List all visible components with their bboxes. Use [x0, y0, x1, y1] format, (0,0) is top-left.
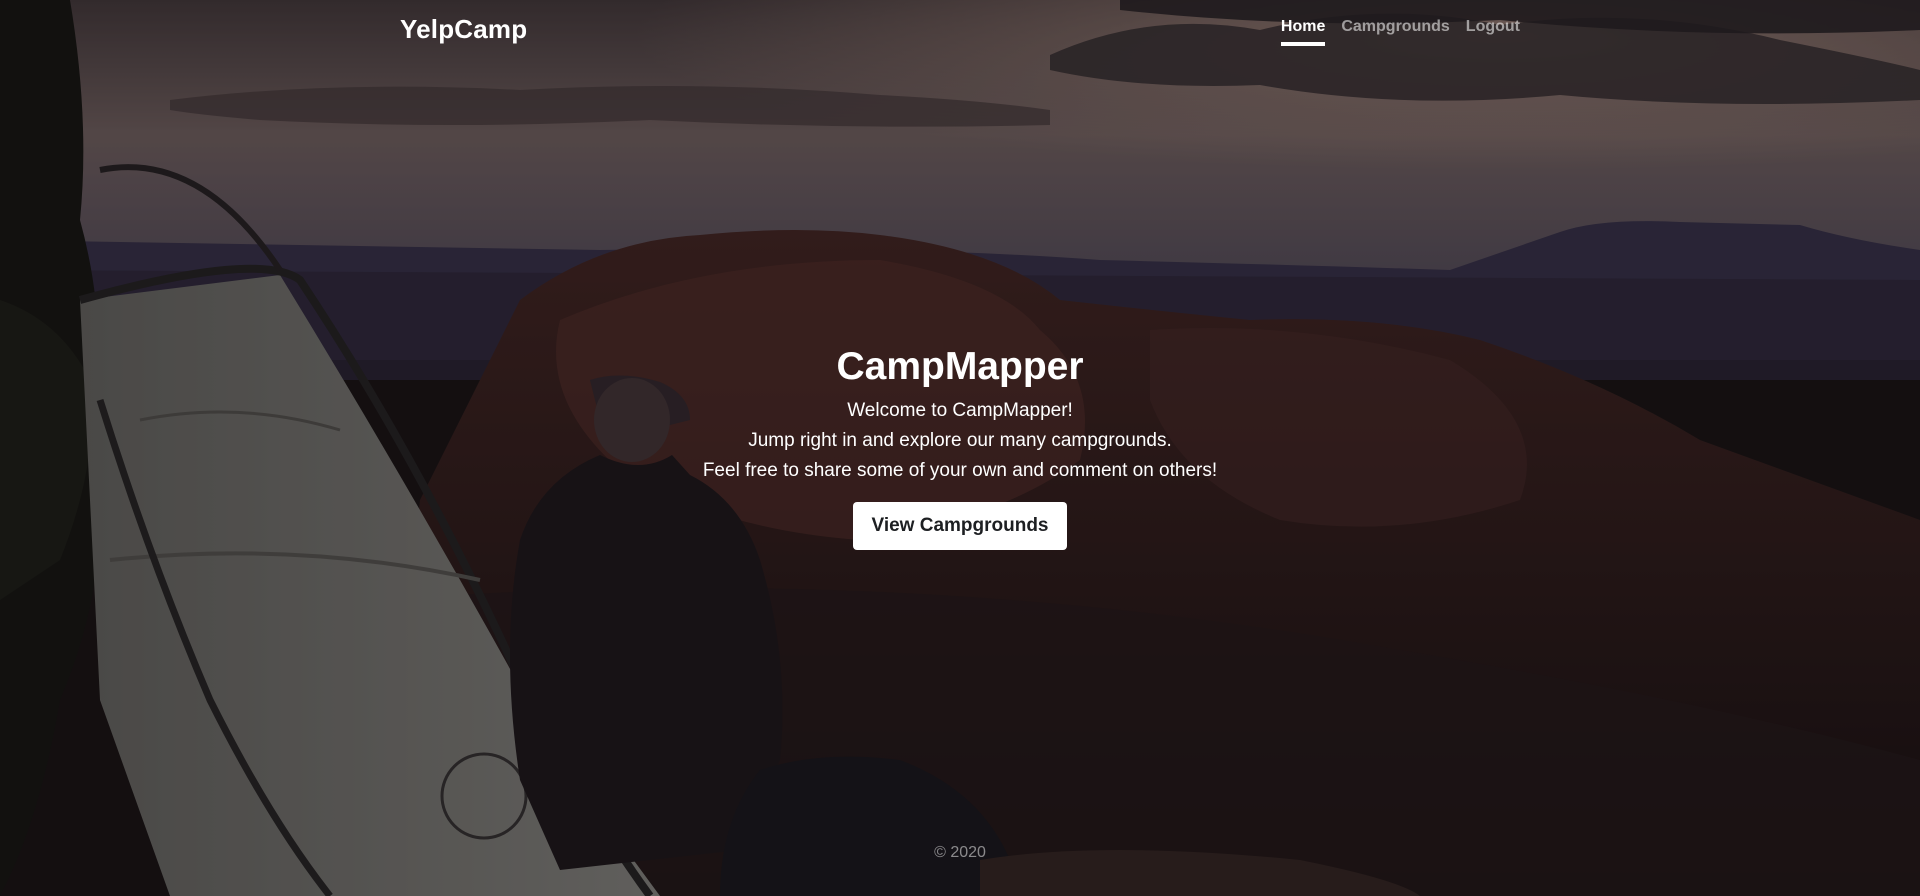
nav-link-campgrounds[interactable]: Campgrounds — [1341, 18, 1449, 46]
hero-line-explore: Jump right in and explore our many campg… — [748, 430, 1172, 451]
nav-link-home[interactable]: Home — [1280, 18, 1326, 46]
view-campgrounds-button[interactable]: View Campgrounds — [853, 502, 1067, 550]
landing-page: YelpCamp Home Campgrounds Logout CampMap… — [0, 0, 1920, 896]
top-navbar: YelpCamp Home Campgrounds Logout — [400, 0, 1520, 58]
hero-section: CampMapper Welcome to CampMapper! Jump r… — [560, 340, 1360, 550]
footer-copyright: © 2020 — [934, 844, 986, 861]
nav-links: Home Campgrounds Logout — [1280, 18, 1520, 46]
hero-line-share: Feel free to share some of your own and … — [702, 460, 1218, 481]
hero-line-welcome: Welcome to CampMapper! — [847, 400, 1073, 421]
hero-description: Welcome to CampMapper! Jump right in and… — [560, 396, 1360, 486]
brand-logo-link[interactable]: YelpCamp — [400, 14, 527, 45]
nav-link-logout[interactable]: Logout — [1466, 18, 1520, 46]
hero-title: CampMapper — [836, 345, 1084, 388]
